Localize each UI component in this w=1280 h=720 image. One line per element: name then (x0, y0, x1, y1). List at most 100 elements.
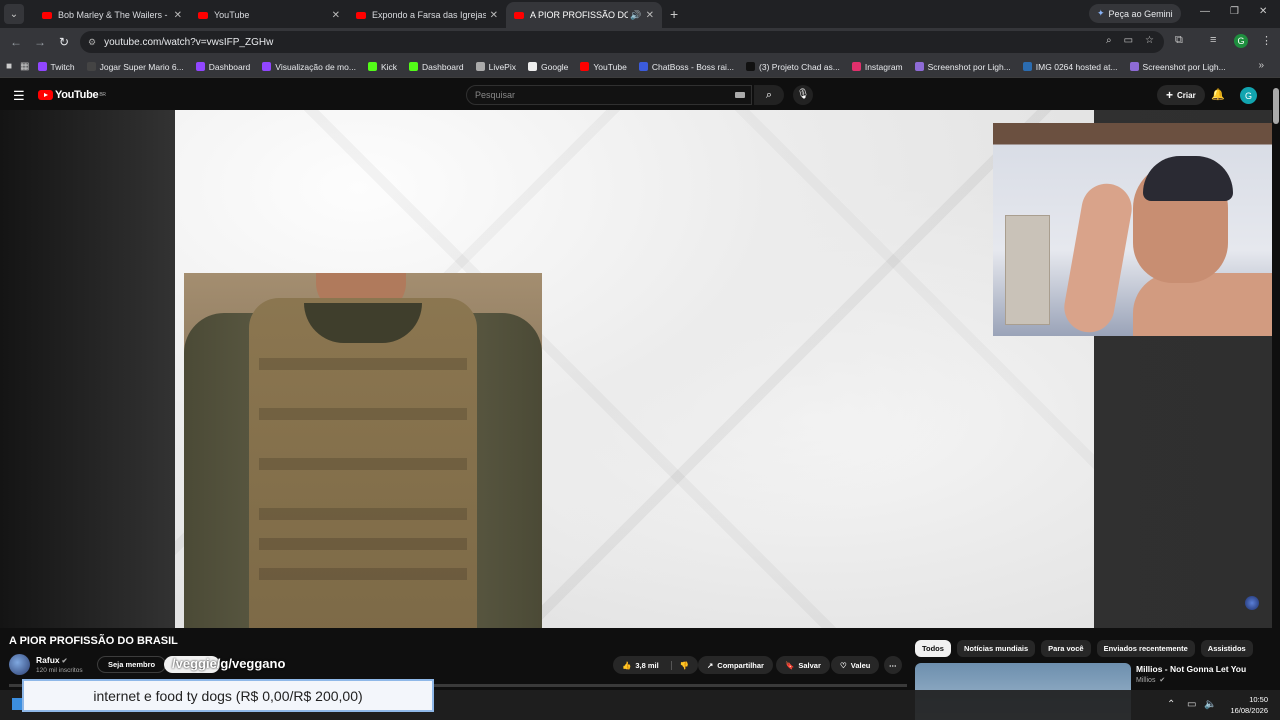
ask-gemini-label: Peça ao Gemini (1108, 8, 1173, 19)
channel-name-row[interactable]: Rafux ✔ (36, 655, 68, 665)
search-input[interactable]: Pesquisar (466, 85, 752, 105)
thumbs-down-icon[interactable]: 👎 (670, 660, 689, 670)
channel-name[interactable]: Rafux (36, 655, 60, 665)
bookmark-item[interactable]: Dashboard (409, 62, 464, 72)
reload-icon[interactable]: ↻ (52, 35, 76, 49)
bookmark-item[interactable]: Kick (367, 62, 397, 72)
bookmark-item[interactable]: (3) Projeto Chad as... (746, 62, 840, 72)
save-button[interactable]: 🔖 Salvar (776, 656, 830, 674)
bookmarks-bar: ■ ▦ Twitch Jogar Super Mario 6... Dashboar… (0, 56, 1280, 78)
bookmark-label: Twitch (50, 61, 75, 72)
browser-tab-active[interactable]: A PIOR PROFISSÃO DO BRA 🔊 ✕ (506, 2, 662, 28)
cast-icon[interactable]: ▭ (1124, 35, 1133, 46)
chip-all[interactable]: Todos (915, 640, 951, 657)
recommended-video-channel-row[interactable]: Millios ✔ (1136, 676, 1165, 684)
bookmark-item[interactable]: Screenshot por Ligh... (1129, 61, 1226, 72)
chip-watched[interactable]: Assistidos (1200, 640, 1253, 657)
zoom-icon[interactable]: ⌕ (1106, 35, 1112, 46)
bookmark-label: (3) Projeto Chad as... (759, 61, 840, 72)
bookmark-label: Screenshot por Ligh... (1142, 61, 1226, 72)
browser-profile-avatar[interactable]: G (1234, 34, 1248, 48)
apps-icon[interactable]: ■ (6, 61, 12, 72)
recommended-video-title[interactable]: Millios - Not Gonna Let You (1136, 664, 1246, 674)
verified-icon: ✔ (1159, 677, 1166, 684)
search-button[interactable]: ⌕ (754, 85, 784, 105)
chip-recently-uploaded[interactable]: Enviados recentemente (1096, 640, 1195, 657)
twitch-icon (37, 62, 47, 71)
close-tab-icon[interactable]: ✕ (174, 10, 182, 21)
chip-for-you[interactable]: Para você (1041, 640, 1091, 657)
address-bar[interactable]: ⚙ youtube.com/watch?v=vwsIFP_ZGHw ⌕ ▭ ☆ (80, 31, 1164, 53)
forward-icon[interactable]: → (28, 35, 52, 49)
scrollbar-thumb[interactable] (1273, 88, 1279, 124)
notifications-bell-icon[interactable]: 🔔 (1211, 88, 1225, 101)
bookmark-item[interactable]: Jogar Super Mario 6... (86, 62, 184, 72)
close-window-icon[interactable]: ✕ (1259, 6, 1267, 17)
search-icon: ⌕ (765, 89, 773, 101)
donation-goal-text: internet e food ty dogs (R$ 0,00/R$ 200,… (93, 687, 363, 704)
account-avatar[interactable]: G (1240, 87, 1257, 104)
channel-avatar[interactable] (9, 654, 30, 675)
bookmark-star-icon[interactable]: ☆ (1145, 35, 1154, 46)
extensions-icon[interactable]: ⧉ (1175, 34, 1183, 47)
youtube-logo[interactable]: YouTube BR (38, 89, 106, 101)
browser-tab-2[interactable]: YouTube ✕ (190, 2, 348, 28)
restore-icon[interactable]: ❐ (1230, 6, 1239, 17)
tab-title: Bob Marley & The Wailers - Exo (58, 10, 170, 20)
bookmark-item[interactable]: YouTube (580, 62, 627, 72)
more-actions-button[interactable]: ⋯ (884, 656, 902, 674)
youtube-header: ☰ YouTube BR Pesquisar ⌕ 🎙 + Criar 🔔 G (0, 80, 1280, 110)
join-button[interactable]: Seja membro (97, 656, 167, 673)
bookmark-label: LivePix (488, 61, 516, 72)
volume-icon[interactable]: 🔈 (1204, 699, 1216, 710)
lightshot-icon (914, 62, 924, 71)
browser-tab-1[interactable]: Bob Marley & The Wailers - Exo ✕ (34, 2, 190, 28)
speaker-icon[interactable]: 🔊 (630, 10, 641, 21)
bookmark-item[interactable]: Twitch (37, 61, 75, 72)
tray-chevron-icon[interactable]: ⌃ (1167, 699, 1175, 710)
bookmark-item[interactable]: ChatBoss - Boss rai... (638, 61, 735, 72)
network-icon[interactable]: ▭ (1187, 699, 1196, 710)
recommended-video-channel: Millios (1136, 677, 1156, 684)
keyboard-icon[interactable] (735, 92, 745, 98)
kick-icon (367, 62, 377, 71)
ask-gemini-button[interactable]: ✦ Peça ao Gemini (1089, 4, 1181, 23)
site-info-icon[interactable]: ⚙ (88, 37, 96, 48)
thanks-button[interactable]: ♡ Valeu (831, 656, 880, 674)
share-button[interactable]: ↗ Compartilhar (698, 656, 773, 674)
share-icon: ↗ (707, 660, 714, 670)
apps-grid-icon[interactable]: ▦ (20, 61, 29, 72)
windows-start-icon[interactable] (12, 698, 22, 710)
youtube-play-icon (38, 90, 53, 100)
plus-icon: + (1166, 88, 1174, 102)
menu-icon[interactable]: ☰ (13, 88, 25, 104)
like-button[interactable]: 👍 3,8 mil 👎 (613, 656, 699, 674)
bookmark-item[interactable]: IMG 0264 hosted at... (1022, 62, 1118, 72)
bookmark-item[interactable]: Google (528, 62, 568, 72)
page-scrollbar[interactable] (1272, 80, 1280, 628)
bookmark-item[interactable]: Instagram (851, 62, 903, 72)
back-icon[interactable]: ← (4, 35, 28, 49)
clock-time: 10:50 (1249, 695, 1268, 704)
bookmark-item[interactable]: Dashboard (195, 62, 250, 72)
bookmark-item[interactable]: Screenshot por Ligh... (914, 62, 1011, 72)
voice-search-button[interactable]: 🎙 (793, 85, 813, 105)
close-tab-icon[interactable]: ✕ (332, 10, 340, 21)
browser-tab-3[interactable]: Expondo a Farsa das Igrejas Eva ✕ (348, 2, 506, 28)
close-tab-icon[interactable]: ✕ (646, 10, 654, 21)
bookmark-item[interactable]: Visualização de mo... (262, 62, 356, 72)
media-controls-icon[interactable]: ≡ (1210, 34, 1216, 46)
chip-world-news[interactable]: Notícias mundiais (956, 640, 1036, 657)
more-bookmarks-icon[interactable]: » (1258, 60, 1264, 71)
new-tab-icon[interactable]: + (670, 6, 678, 22)
tab-search-icon[interactable]: ⌄ (4, 4, 24, 24)
minimize-icon[interactable]: — (1200, 6, 1210, 17)
close-tab-icon[interactable]: ✕ (490, 10, 498, 21)
bookmark-item[interactable]: LivePix (475, 61, 516, 72)
taskbar-clock[interactable]: 10:50 16/08/2026 (1222, 694, 1268, 716)
browser-menu-icon[interactable]: ⋮ (1261, 34, 1272, 47)
livepix-icon (475, 62, 485, 71)
create-button[interactable]: + Criar (1157, 85, 1205, 105)
x-icon (746, 62, 756, 71)
bookmark-label: ChatBoss - Boss rai... (651, 61, 735, 72)
